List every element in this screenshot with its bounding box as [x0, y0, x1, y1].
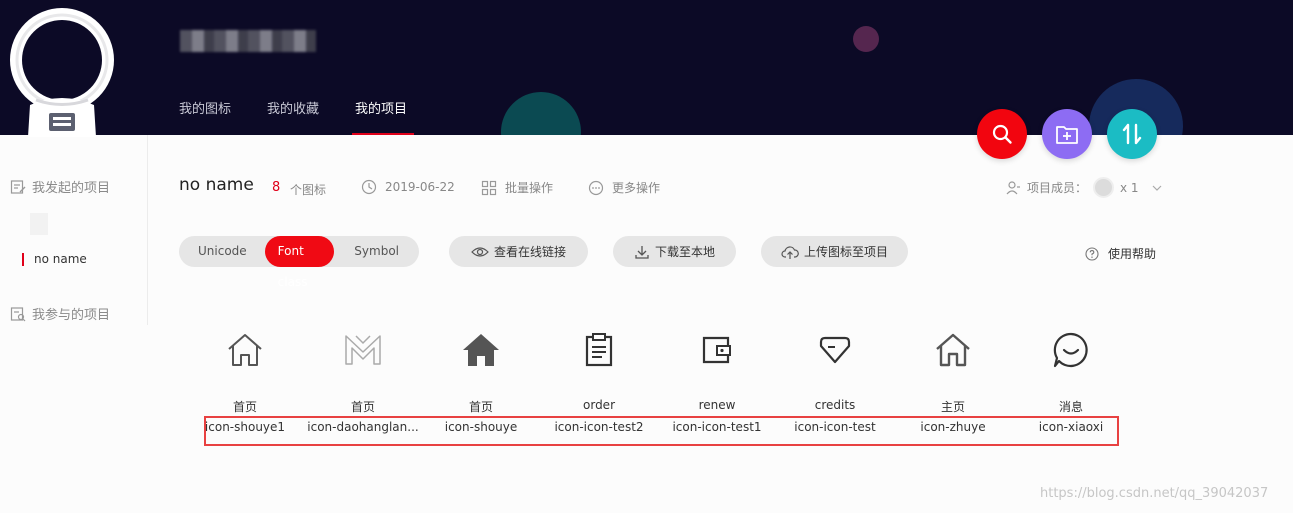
astronaut-avatar[interactable] [8, 5, 116, 137]
edit-doc-icon [10, 179, 26, 194]
clock-icon [361, 179, 377, 195]
icon-name: 首页 [232, 400, 257, 414]
decor-circle-teal [501, 92, 581, 135]
view-online-label: 查看在线链接 [493, 245, 566, 259]
batch-operation-button[interactable]: 批量操作 [481, 179, 553, 196]
icon-name: renew [698, 398, 736, 412]
add-folder-button[interactable] [1042, 109, 1092, 159]
search-icon [992, 124, 1012, 144]
help-label: 使用帮助 [1108, 247, 1157, 261]
clipboard-icon [585, 333, 613, 367]
cloud-upload-icon [781, 245, 799, 259]
icon-name: 首页 [468, 400, 493, 414]
home-solid-icon [463, 334, 499, 366]
top-header: 我的图标 我的收藏 我的项目 [0, 0, 1293, 135]
help-icon [1085, 246, 1099, 261]
nav-my-favorites[interactable]: 我的收藏 [267, 100, 319, 135]
icon-name: 主页 [940, 400, 965, 414]
icon-name: order [583, 398, 615, 412]
project-date-text: 2019-06-22 [385, 180, 455, 194]
add-folder-icon [1056, 126, 1078, 144]
member-avatar [1093, 177, 1115, 198]
icon-name: 首页 [350, 400, 375, 414]
sort-button[interactable] [1107, 109, 1157, 159]
sidebar-initiated-label: 我发起的项目 [32, 181, 111, 196]
watermark: https://blog.csdn.net/qq_39042037 [1040, 486, 1269, 501]
sidebar-joined-label: 我参与的项目 [32, 308, 111, 323]
more-operations-label: 更多操作 [612, 181, 661, 195]
upload-label: 上传图标至项目 [803, 245, 888, 259]
home-outline-icon [936, 333, 970, 367]
project-title: no name [179, 175, 254, 195]
download-label: 下载至本地 [654, 245, 715, 259]
view-online-link-button[interactable]: 查看在线链接 [449, 236, 588, 267]
project-sidebar: 我发起的项目 no name 我参与的项目 [0, 135, 148, 325]
icon-name: credits [814, 398, 856, 412]
wallet-icon [702, 336, 731, 364]
decor-circle-purple [853, 26, 879, 52]
project-members[interactable]: 项目成员： x 1 [1005, 177, 1163, 198]
tab-unicode[interactable]: Unicode [179, 236, 265, 267]
members-count: x 1 [1120, 180, 1139, 195]
upload-icon-button[interactable]: 上传图标至项目 [761, 236, 908, 267]
members-icon [1006, 180, 1020, 194]
project-thumbnail [30, 213, 48, 235]
diamond-icon [819, 336, 851, 364]
tab-font-class[interactable]: Font class [264, 236, 335, 289]
username-blurred [180, 30, 316, 52]
nav-my-projects[interactable]: 我的项目 [352, 100, 415, 135]
download-button[interactable]: 下载至本地 [613, 236, 736, 267]
help-link[interactable]: 使用帮助 [1085, 245, 1156, 262]
icon-name: 消息 [1058, 400, 1083, 414]
more-icon [588, 180, 604, 195]
chevron-down-icon [1152, 185, 1162, 191]
icon-count-label: 个图标 [290, 183, 327, 197]
sidebar-item-no-name[interactable]: no name [22, 253, 87, 266]
sort-icon [1122, 123, 1142, 145]
grid-icon [481, 180, 497, 195]
search-doc-icon [10, 306, 26, 321]
members-label: 项目成员： [1027, 181, 1088, 195]
m-logo-icon [345, 335, 381, 365]
message-bubble-icon [1053, 332, 1088, 368]
batch-operation-label: 批量操作 [505, 181, 554, 195]
code-highlight-box [204, 416, 1119, 446]
nav-my-icons[interactable]: 我的图标 [179, 100, 231, 135]
home-outline-icon [228, 334, 262, 366]
eye-icon [471, 246, 489, 257]
icon-count: 8 [272, 180, 281, 195]
sidebar-joined-heading[interactable]: 我参与的项目 [10, 304, 110, 323]
download-icon [635, 245, 649, 259]
header-nav: 我的图标 我的收藏 我的项目 [179, 100, 415, 135]
more-operations-button[interactable]: 更多操作 [588, 179, 660, 196]
search-button[interactable] [977, 109, 1027, 159]
sidebar-initiated-heading[interactable]: 我发起的项目 [10, 177, 110, 196]
code-type-tabs: Unicode Font class Symbol [179, 236, 419, 289]
project-date: 2019-06-22 [361, 179, 455, 195]
tab-symbol[interactable]: Symbol [334, 236, 419, 267]
